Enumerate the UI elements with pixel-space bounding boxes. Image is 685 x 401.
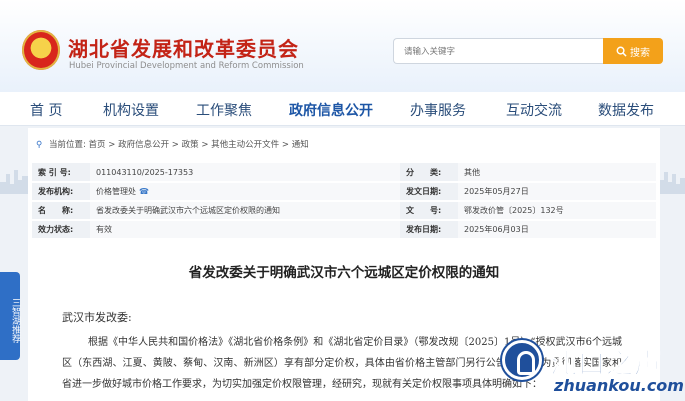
search-button[interactable]: 搜索 xyxy=(603,38,663,64)
meta-label-publisher: 发布机构: xyxy=(32,182,90,202)
meta-value-publish-date: 2025年06月03日 xyxy=(458,220,656,240)
meta-label-category: 分 类: xyxy=(400,163,458,183)
search-box xyxy=(393,38,603,64)
location-pin-icon: ⚲ xyxy=(36,140,43,150)
breadcrumb-link-other-files[interactable]: 其他主动公开文件 xyxy=(211,140,279,150)
breadcrumb-link-policy[interactable]: 政策 xyxy=(182,140,199,150)
nav-item-data-release[interactable]: 数据发布 xyxy=(598,100,654,120)
nav-item-services[interactable]: 办事服务 xyxy=(410,100,466,120)
meta-label-doc-number: 文 号: xyxy=(400,201,458,221)
meta-label-index: 索 引 号: xyxy=(32,163,90,183)
meta-value-title: 省发改委关于明确武汉市六个远城区定价权限的通知 xyxy=(90,201,400,221)
breadcrumb-prefix: 当前位置: xyxy=(48,140,86,150)
meta-value-issue-date: 2025年05月27日 xyxy=(458,182,656,202)
document-meta-table: 索 引 号: 011043110/2025-17353 分 类: 其他 发布机构… xyxy=(32,163,656,240)
meta-value-status: 有效 xyxy=(90,220,400,240)
nav-item-work-focus[interactable]: 工作聚焦 xyxy=(196,100,252,120)
nav-item-organization[interactable]: 机构设置 xyxy=(103,100,159,120)
meta-value-publisher: 价格管理处 ☎ xyxy=(90,182,400,202)
breadcrumb-current[interactable]: 通知 xyxy=(292,140,309,150)
watermark-url: zhuankou.com xyxy=(554,376,684,395)
breadcrumb-separator: > xyxy=(171,140,179,150)
city-skyline-right xyxy=(660,172,685,194)
star-icon xyxy=(32,40,50,57)
meta-label-issue-date: 发文日期: xyxy=(400,182,458,202)
nav-item-gov-info[interactable]: 政府信息公开 xyxy=(289,100,373,120)
breadcrumb-separator: > xyxy=(281,140,289,150)
national-emblem-logo[interactable] xyxy=(22,30,60,70)
nav-item-home[interactable]: 首 页 xyxy=(30,100,62,120)
search-icon xyxy=(616,46,627,57)
watermark-logo-icon xyxy=(502,340,542,380)
document-title: 省发改委关于明确武汉市六个远城区定价权限的通知 xyxy=(188,265,500,281)
table-row: 发布机构: 价格管理处 ☎ 发文日期: 2025年05月27日 xyxy=(32,182,656,202)
search-input[interactable] xyxy=(394,40,603,64)
table-row: 效力状态: 有效 发布日期: 2025年06月03日 xyxy=(32,220,656,240)
breadcrumb-link-home[interactable]: 首页 xyxy=(89,140,106,150)
side-recommend-tab[interactable]: 三智湖推荐 xyxy=(0,272,20,360)
site-name[interactable]: 湖北省发展和改革委员会 xyxy=(68,33,299,62)
site-header: 湖北省发展和改革委员会 Hubei Provincial Development… xyxy=(0,0,685,92)
meta-value-index: 011043110/2025-17353 xyxy=(90,163,400,183)
meta-value-category: 其他 xyxy=(458,163,656,183)
breadcrumb-link-gov-info[interactable]: 政府信息公开 xyxy=(118,140,169,150)
breadcrumb-separator: > xyxy=(201,140,209,150)
city-skyline-left xyxy=(0,170,28,194)
breadcrumb: ⚲ 当前位置: 首页 > 政府信息公开 > 政策 > 其他主动公开文件 > 通知 xyxy=(36,138,309,150)
main-nav: 首 页 机构设置 工作聚焦 政府信息公开 办事服务 互动交流 数据发布 xyxy=(0,92,685,126)
search-button-label: 搜索 xyxy=(630,47,650,59)
document-salutation: 武汉市发改委: xyxy=(62,311,132,324)
meta-label-title: 名 称: xyxy=(32,201,90,221)
watermark: 沌口之声 zhuankou.com xyxy=(498,338,685,401)
meta-value-doc-number: 鄂发改价管〔2025〕132号 xyxy=(458,201,656,221)
site-name-english: Hubei Provincial Development and Reform … xyxy=(69,61,304,71)
nav-item-interaction[interactable]: 互动交流 xyxy=(506,100,562,120)
breadcrumb-separator: > xyxy=(108,140,116,150)
publisher-name: 价格管理处 xyxy=(96,187,136,196)
meta-label-status: 效力状态: xyxy=(32,220,90,240)
phone-icon[interactable]: ☎ xyxy=(139,187,149,196)
meta-label-publish-date: 发布日期: xyxy=(400,220,458,240)
table-row: 索 引 号: 011043110/2025-17353 分 类: 其他 xyxy=(32,163,656,183)
table-row: 名 称: 省发改委关于明确武汉市六个远城区定价权限的通知 文 号: 鄂发改价管〔… xyxy=(32,201,656,221)
